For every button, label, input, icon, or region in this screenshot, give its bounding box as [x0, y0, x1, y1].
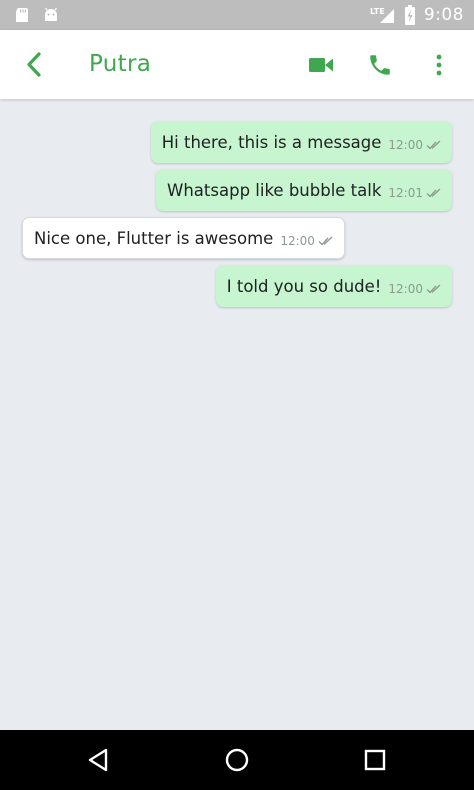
double-check-icon [318, 236, 333, 246]
navigation-bar [0, 730, 474, 790]
status-icons: LTE 9:08 [370, 0, 464, 30]
svg-text:LTE: LTE [370, 7, 385, 16]
signal-icon: LTE [370, 7, 394, 23]
phone-icon [370, 55, 390, 75]
double-check-icon [426, 284, 441, 294]
status-time: 9:08 [423, 5, 464, 25]
app-bar: Putra [0, 30, 474, 99]
double-check-icon [426, 140, 441, 150]
battery-charging-icon [404, 5, 415, 25]
message-text: I told you so dude! [226, 276, 382, 296]
nav-home-icon[interactable] [222, 745, 252, 775]
chevron-left-icon[interactable] [20, 50, 50, 80]
message-text: Hi there, this is a message [161, 132, 382, 152]
message-time: 12:00 [280, 234, 315, 248]
status-bar: LTE 9:08 [0, 0, 474, 30]
nav-recents-icon[interactable] [360, 745, 390, 775]
message-bubble-outgoing[interactable]: Whatsapp like bubble talk 12:01 [156, 169, 452, 211]
message-time: 12:00 [388, 282, 423, 296]
video-call-button[interactable] [306, 50, 336, 80]
contact-name[interactable]: Putra [89, 46, 151, 82]
message-time: 12:00 [388, 138, 423, 152]
double-check-icon [426, 188, 441, 198]
message-bubble-outgoing[interactable]: Hi there, this is a message 12:00 [150, 121, 452, 163]
video-call-icon [309, 58, 333, 72]
sd-card-icon [16, 8, 28, 22]
android-icon [44, 7, 58, 21]
more-options-button[interactable] [424, 50, 454, 80]
phone-call-button[interactable] [365, 50, 395, 80]
message-text: Whatsapp like bubble talk [167, 180, 382, 200]
message-bubble-incoming[interactable]: Nice one, Flutter is awesome 12:00 [22, 217, 345, 259]
message-bubble-outgoing[interactable]: I told you so dude! 12:00 [215, 265, 452, 307]
chat-area[interactable]: Hi there, this is a message 12:00 Whatsa… [0, 99, 474, 730]
more-vert-icon [436, 54, 442, 76]
nav-back-icon[interactable] [84, 745, 114, 775]
message-time: 12:01 [388, 186, 423, 200]
message-text: Nice one, Flutter is awesome [34, 228, 274, 248]
